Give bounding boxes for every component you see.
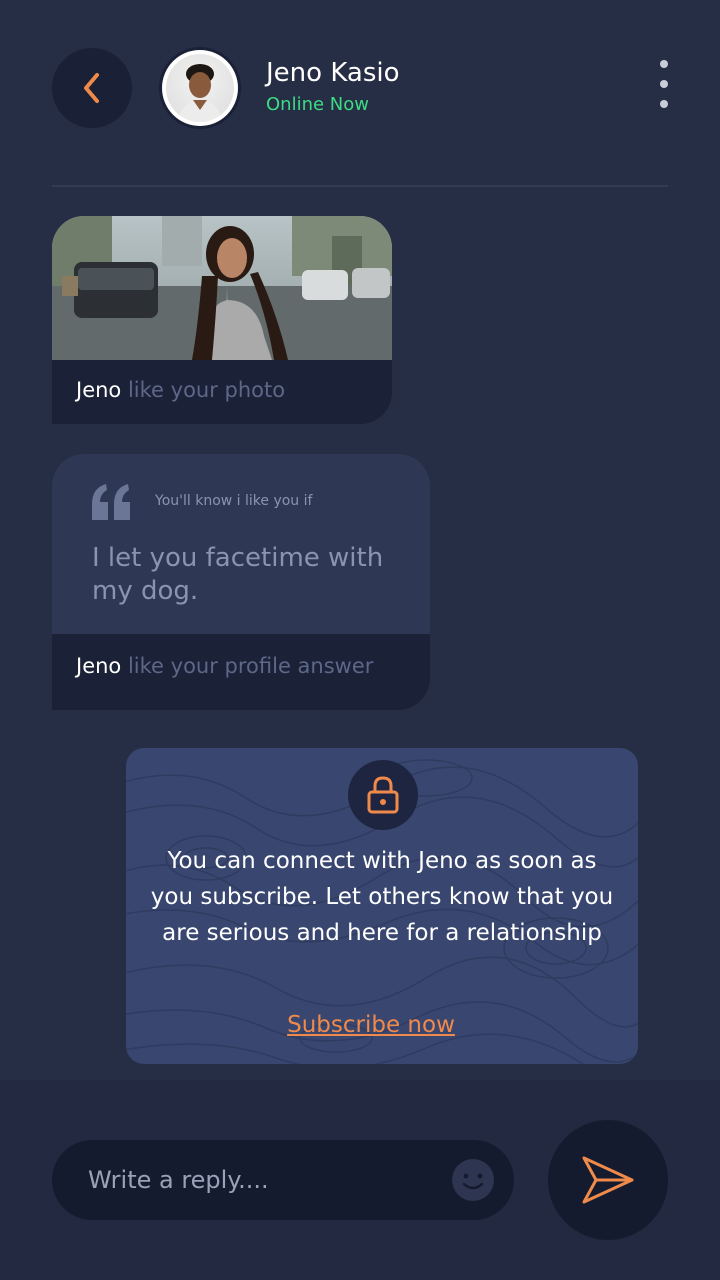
liker-name: Jeno (76, 654, 122, 678)
photo-like-message[interactable]: Jeno like your photo (52, 216, 392, 424)
subscribe-now-link[interactable]: Subscribe now (126, 1012, 616, 1038)
profile-answer-text: I let you facetime with my dog. (92, 543, 384, 606)
lock-icon (367, 776, 399, 814)
reply-box[interactable] (52, 1140, 514, 1220)
more-vertical-icon (660, 60, 668, 68)
profile-prompt: You'll know i like you if (155, 493, 313, 509)
like-action-text: like your profile answer (127, 654, 374, 678)
reply-input[interactable] (88, 1162, 428, 1198)
photo-like-caption: Jeno like your photo (76, 378, 285, 402)
subscribe-message: You can connect with Jeno as soon as you… (150, 848, 614, 946)
lock-badge (348, 760, 418, 830)
emoji-icon (452, 1159, 494, 1201)
emoji-button[interactable] (451, 1158, 495, 1202)
back-button[interactable] (52, 48, 132, 128)
quote-icon (92, 484, 130, 520)
avatar-image (166, 54, 234, 122)
chevron-left-icon (84, 73, 99, 103)
avatar[interactable] (162, 50, 238, 126)
chat-header: Jeno Kasio Online Now (0, 0, 720, 188)
contact-name: Jeno Kasio (266, 58, 400, 88)
more-options-button[interactable] (648, 56, 680, 112)
liker-name: Jeno (76, 378, 122, 402)
subscribe-card: You can connect with Jeno as soon as you… (126, 748, 638, 1064)
profile-answer-message[interactable]: You'll know i like you if I let you face… (52, 454, 430, 710)
message-composer (0, 1080, 720, 1280)
header-divider (52, 185, 668, 187)
liked-photo (52, 216, 392, 360)
send-button[interactable] (548, 1120, 668, 1240)
online-status: Online Now (266, 94, 369, 115)
like-action-text: like your photo (127, 378, 286, 402)
send-icon (582, 1156, 634, 1204)
profile-answer-caption: Jeno like your profile answer (76, 654, 373, 678)
profile-answer-footer: Jeno like your profile answer (52, 634, 430, 710)
